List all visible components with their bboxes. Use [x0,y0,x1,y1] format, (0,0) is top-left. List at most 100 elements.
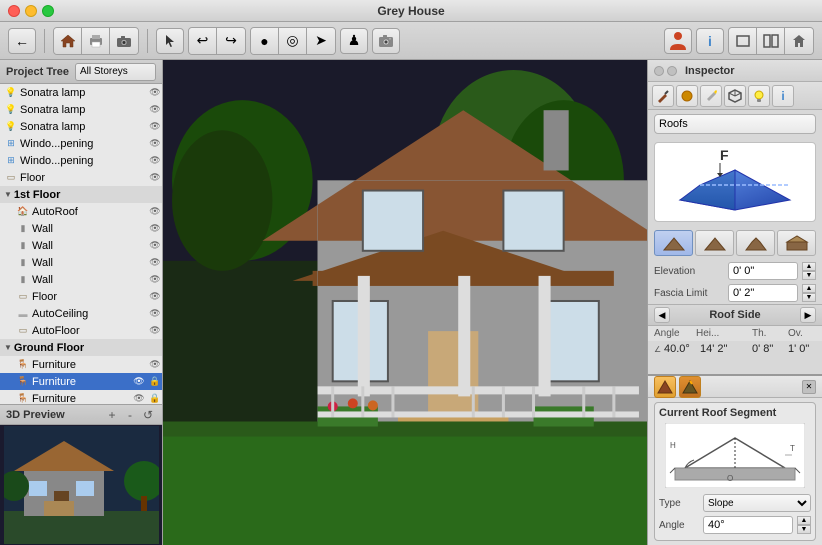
bulb-tool[interactable] [748,85,770,107]
overhang-value: 1' 0" [788,343,816,355]
cube-tool[interactable] [724,85,746,107]
lock-icon[interactable]: 🔒 [148,375,162,389]
angle-stepper[interactable]: ▲ ▼ [797,516,811,534]
eye-icon[interactable]: 👁 [148,358,162,372]
eye-icon[interactable]: 👁 [148,222,162,236]
eye-icon[interactable]: 👁 [148,154,162,168]
tree-item-wall2[interactable]: ▮ Wall 👁 [0,237,162,254]
fascia-stepper[interactable]: ▲ ▼ [802,284,816,302]
walk-tool[interactable]: ♟ [340,28,368,54]
next-side-button[interactable]: ▶ [800,307,816,323]
eye-icon[interactable]: 👁 [132,392,146,405]
tree-item-furniture1[interactable]: 🪑 Furniture 👁 [0,356,162,373]
eye-icon[interactable]: 👁 [148,239,162,253]
roofs-dropdown[interactable]: Roofs [654,114,816,134]
angle-field[interactable]: 40° [703,516,793,534]
tree-item-furniture3[interactable]: 🪑 Furniture 👁 🔒 [0,390,162,404]
eye-icon[interactable]: 👁 [148,103,162,117]
camera-icon[interactable] [110,28,138,54]
preview-area[interactable] [0,425,162,545]
section-1st-floor[interactable]: ▼ 1st Floor [0,186,162,203]
fascia-field[interactable]: 0' 2" [728,284,798,302]
tree-item-wall4[interactable]: ▮ Wall 👁 [0,271,162,288]
storeys-dropdown[interactable]: All Storeys [75,63,156,81]
canvas-area[interactable] [163,60,647,545]
close-button[interactable] [8,5,20,17]
roof-segment-icon[interactable] [654,376,676,398]
circle-tool[interactable] [676,85,698,107]
close-bottom-button[interactable]: ✕ [802,380,816,394]
elevation-field[interactable]: 0' 0" [728,262,798,280]
info-tool[interactable]: i [772,85,794,107]
prev-side-button[interactable]: ◀ [654,307,670,323]
angle-up[interactable]: ▲ [797,516,811,525]
wall-icon: ▮ [16,273,30,287]
eye-icon[interactable]: 👁 [148,205,162,219]
angle-down[interactable]: ▼ [797,525,811,534]
eye-icon[interactable]: 👁 [148,120,162,134]
split-view[interactable] [757,28,785,54]
arrow-tool[interactable]: ➤ [307,28,335,54]
zoom-in-button[interactable]: + [104,407,120,423]
zoom-out-button[interactable]: - [122,407,138,423]
tree-item-floor1[interactable]: ▭ Floor 👁 [0,288,162,305]
tree-item-autoceiling[interactable]: ▬ AutoCeiling 👁 [0,305,162,322]
eye-icon[interactable]: 👁 [148,137,162,151]
traffic-lights [8,5,54,17]
circle-tool[interactable]: ● [251,28,279,54]
tree-item-floor-top[interactable]: ▭ Floor 👁 [0,169,162,186]
eye-icon[interactable]: 👁 [148,324,162,338]
target-tool[interactable]: ◎ [279,28,307,54]
eye-icon[interactable]: 👁 [132,375,146,389]
home-view[interactable] [785,28,813,54]
tree-item-autoroof[interactable]: 🏠 AutoRoof 👁 [0,203,162,220]
insp-min[interactable] [667,66,677,76]
minimize-button[interactable] [25,5,37,17]
roof-style-4[interactable] [777,230,816,256]
elevation-down[interactable]: ▼ [802,271,816,280]
elevation-up[interactable]: ▲ [802,262,816,271]
tree-item-autofloor[interactable]: ▭ AutoFloor 👁 [0,322,162,339]
person-icon[interactable] [664,28,692,54]
tree-item-furniture2[interactable]: 🪑 Furniture 👁 🔒 [0,373,162,390]
eye-icon[interactable]: 👁 [148,256,162,270]
info-button[interactable]: i [696,28,724,54]
back-button[interactable]: ← [8,28,36,54]
pencil-roof-icon[interactable] [679,376,701,398]
lock-icon[interactable]: 🔒 [148,392,162,405]
house-icon[interactable] [54,28,82,54]
pencil-tool[interactable] [700,85,722,107]
eye-icon[interactable]: 👁 [148,171,162,185]
eye-icon[interactable]: 👁 [148,273,162,287]
snapshot-tool[interactable] [372,28,400,54]
fascia-down[interactable]: ▼ [802,293,816,302]
tree-item-sonatra1[interactable]: 💡 Sonatra lamp 👁 [0,84,162,101]
roof-style-3[interactable] [736,230,775,256]
eye-icon[interactable]: 👁 [148,290,162,304]
view-mode-tools [728,27,814,55]
tree-item-wall1[interactable]: ▮ Wall 👁 [0,220,162,237]
printer-icon[interactable] [82,28,110,54]
eye-icon[interactable]: 👁 [148,307,162,321]
tree-item-window1[interactable]: ⊞ Windo...pening 👁 [0,135,162,152]
pointer-tool[interactable] [156,28,184,54]
tree-item-sonatra3[interactable]: 💡 Sonatra lamp 👁 [0,118,162,135]
brush-tool[interactable] [652,85,674,107]
insp-close[interactable] [654,66,664,76]
tree-item-sonatra2[interactable]: 💡 Sonatra lamp 👁 [0,101,162,118]
tree-item-wall3[interactable]: ▮ Wall 👁 [0,254,162,271]
tree-item-window2[interactable]: ⊞ Windo...pening 👁 [0,152,162,169]
elevation-row: Elevation 0' 0" ▲ ▼ [648,260,822,282]
reset-button[interactable]: ↺ [140,407,156,423]
fascia-up[interactable]: ▲ [802,284,816,293]
roof-style-2[interactable] [695,230,734,256]
redo-button[interactable]: ↪ [217,28,245,54]
roof-style-1[interactable] [654,230,693,256]
eye-icon[interactable]: 👁 [148,86,162,100]
maximize-button[interactable] [42,5,54,17]
2d-view[interactable] [729,28,757,54]
undo-button[interactable]: ↩ [189,28,217,54]
section-ground-floor[interactable]: ▼ Ground Floor [0,339,162,356]
elevation-stepper[interactable]: ▲ ▼ [802,262,816,280]
type-dropdown[interactable]: Slope [703,494,811,512]
